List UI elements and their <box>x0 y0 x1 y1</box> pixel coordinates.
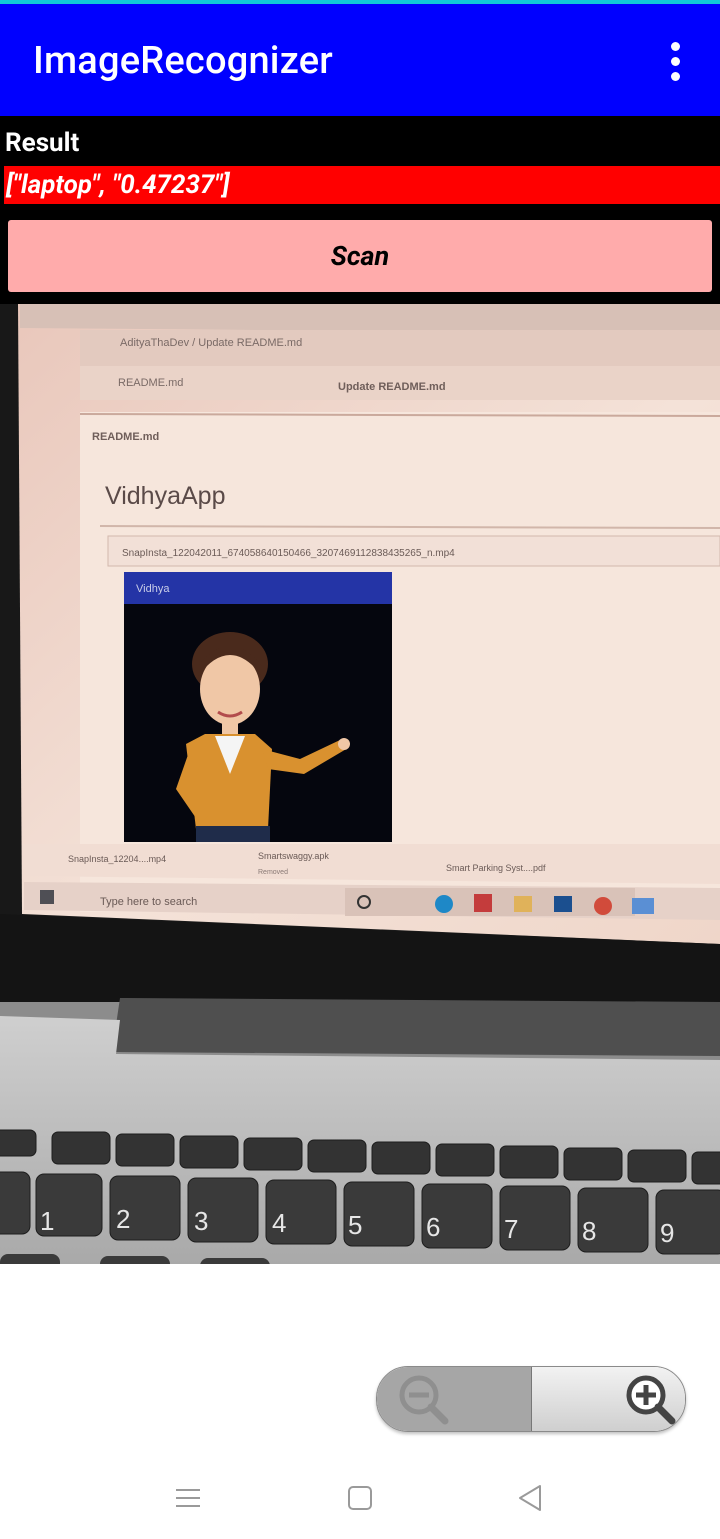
svg-text:9: 9 <box>660 1218 674 1248</box>
svg-text:7: 7 <box>504 1214 518 1244</box>
page-heading-text: VidhyaApp <box>105 482 225 510</box>
result-label: Result <box>5 128 80 158</box>
download-3-name: Smart Parking Syst....pdf <box>446 863 546 873</box>
svg-text:3: 3 <box>194 1206 208 1236</box>
home-square-icon[interactable] <box>340 1482 380 1514</box>
app-title: ImageRecognizer <box>33 39 333 83</box>
svg-text:5: 5 <box>348 1210 362 1240</box>
zoom-controls <box>376 1366 686 1432</box>
download-2-name: Smartswaggy.apk <box>258 851 329 861</box>
file-header-text: README.md <box>118 377 183 389</box>
app-bar: ImageRecognizer <box>0 4 720 116</box>
svg-text:8: 8 <box>582 1216 596 1246</box>
commit-message-text: Update README.md <box>338 381 446 393</box>
result-value: ["laptop", "0.47237"] <box>4 166 720 204</box>
overflow-menu-icon[interactable] <box>664 42 688 82</box>
zoom-out-icon <box>399 1375 449 1425</box>
svg-text:1: 1 <box>40 1206 54 1236</box>
menu-icon[interactable] <box>168 1482 208 1514</box>
back-triangle-icon[interactable] <box>510 1482 550 1514</box>
scan-button[interactable]: Scan <box>8 220 712 292</box>
readme-label-text: README.md <box>92 431 159 443</box>
zoom-out-button[interactable] <box>377 1367 532 1431</box>
download-2-status: Removed <box>258 869 288 876</box>
browser-tab-text: AdityaThaDev / Update README.md <box>120 337 302 349</box>
camera-preview-image: AdityaThaDev / Update README.md README.m… <box>0 304 720 1264</box>
zoom-in-icon <box>626 1375 676 1425</box>
download-1-name: SnapInsta_12204....mp4 <box>68 854 166 864</box>
taskbar-search-text: Type here to search <box>100 896 197 908</box>
svg-text:2: 2 <box>116 1204 130 1234</box>
video-filename-text: SnapInsta_122042011_674058640150466_3207… <box>122 548 455 559</box>
camera-preview[interactable]: AdityaThaDev / Update README.md README.m… <box>0 304 720 1264</box>
result-panel: Result ["laptop", "0.47237"] Scan <box>0 116 720 304</box>
svg-text:4: 4 <box>272 1208 286 1238</box>
svg-text:6: 6 <box>426 1212 440 1242</box>
video-app-title-text: Vidhya <box>136 583 170 595</box>
system-navigation-bar <box>0 1460 720 1539</box>
zoom-in-button[interactable] <box>532 1367 685 1431</box>
